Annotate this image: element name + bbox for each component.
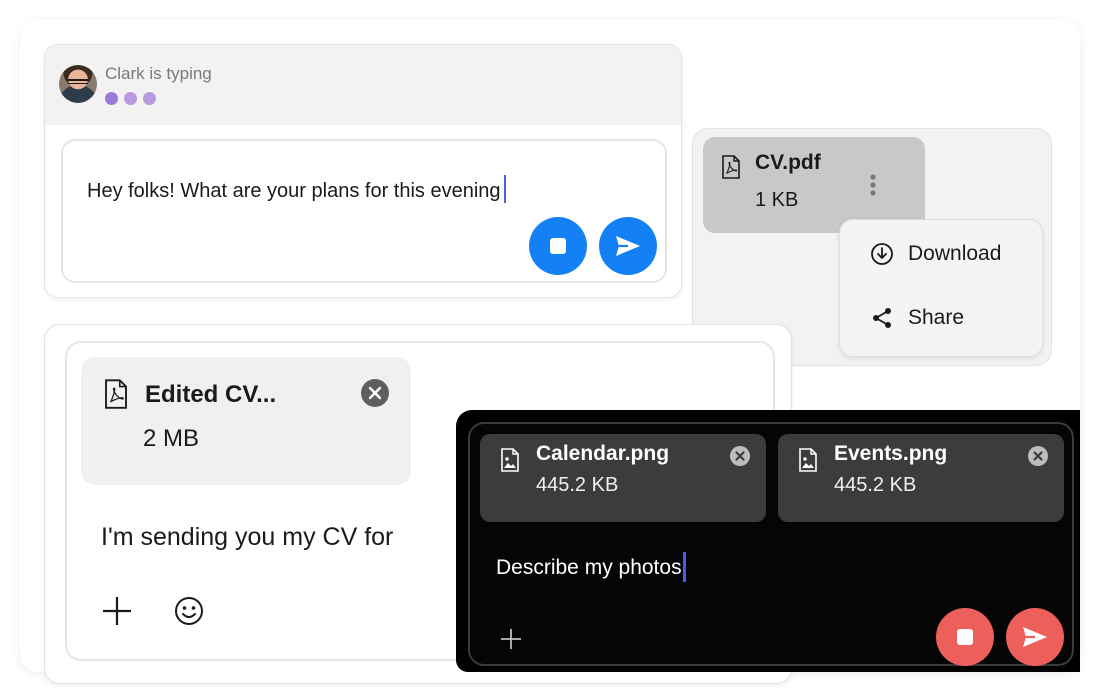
send-icon [1023, 627, 1047, 647]
image-file-icon [501, 448, 519, 472]
file-size: 445.2 KB [536, 474, 619, 496]
typing-dots [105, 92, 156, 105]
file-attachment[interactable]: Calendar.png 445.2 KB [480, 434, 766, 522]
file-size: 1 KB [755, 189, 799, 211]
typing-composer-card: Clark is typing Hey folks! What are your… [44, 44, 682, 298]
remove-attachment-button[interactable] [1028, 446, 1048, 466]
menu-item-label: Download [908, 242, 1002, 265]
close-icon [1033, 451, 1043, 461]
file-name: CV.pdf [755, 151, 821, 174]
stop-icon [550, 238, 566, 254]
text-caret [682, 552, 686, 582]
pdf-icon [105, 379, 127, 409]
stop-button[interactable] [529, 217, 587, 275]
message-text: I'm sending you my CV for [101, 523, 394, 551]
remove-attachment-button[interactable] [730, 446, 750, 466]
more-options-icon[interactable] [869, 173, 877, 197]
file-name: Calendar.png [536, 442, 670, 465]
text-caret [503, 175, 506, 203]
send-icon [616, 236, 640, 256]
typing-dot [143, 92, 156, 105]
send-button[interactable] [599, 217, 657, 275]
add-icon[interactable] [101, 595, 133, 627]
image-file-icon [799, 448, 817, 472]
typing-indicator: Clark is typing [45, 45, 681, 125]
typing-dot [124, 92, 137, 105]
file-size: 2 MB [143, 425, 200, 452]
close-icon [368, 386, 382, 400]
add-icon[interactable] [500, 628, 522, 650]
send-button[interactable] [1006, 608, 1064, 666]
typing-status-text: Clark is typing [105, 64, 212, 83]
avatar [59, 65, 97, 103]
emoji-icon[interactable] [173, 595, 205, 627]
share-icon [873, 308, 891, 328]
download-icon [871, 243, 893, 265]
file-attachment[interactable]: Events.png 445.2 KB [778, 434, 1064, 522]
message-input[interactable]: Calendar.png 445.2 KB Events.png 445.2 K… [468, 422, 1074, 666]
message-text: Describe my photos [496, 556, 682, 579]
remove-attachment-button[interactable] [361, 379, 389, 407]
stop-button[interactable] [936, 608, 994, 666]
typing-dot [105, 92, 118, 105]
close-icon [735, 451, 745, 461]
menu-item-download[interactable]: Download [870, 242, 1001, 266]
pdf-icon [722, 155, 740, 179]
file-attachment[interactable]: Edited CV... 2 MB [81, 357, 411, 485]
file-name: Events.png [834, 442, 948, 465]
message-input[interactable]: Hey folks! What are your plans for this … [61, 139, 667, 283]
context-menu: Download Share [839, 219, 1043, 357]
stop-icon [957, 629, 973, 645]
menu-item-share[interactable]: Share [870, 306, 964, 330]
file-size: 445.2 KB [834, 474, 917, 496]
file-name: Edited CV... [145, 381, 277, 408]
dark-composer-card: Calendar.png 445.2 KB Events.png 445.2 K… [456, 410, 1080, 672]
message-text: Hey folks! What are your plans for this … [87, 180, 501, 202]
menu-item-label: Share [908, 306, 965, 329]
